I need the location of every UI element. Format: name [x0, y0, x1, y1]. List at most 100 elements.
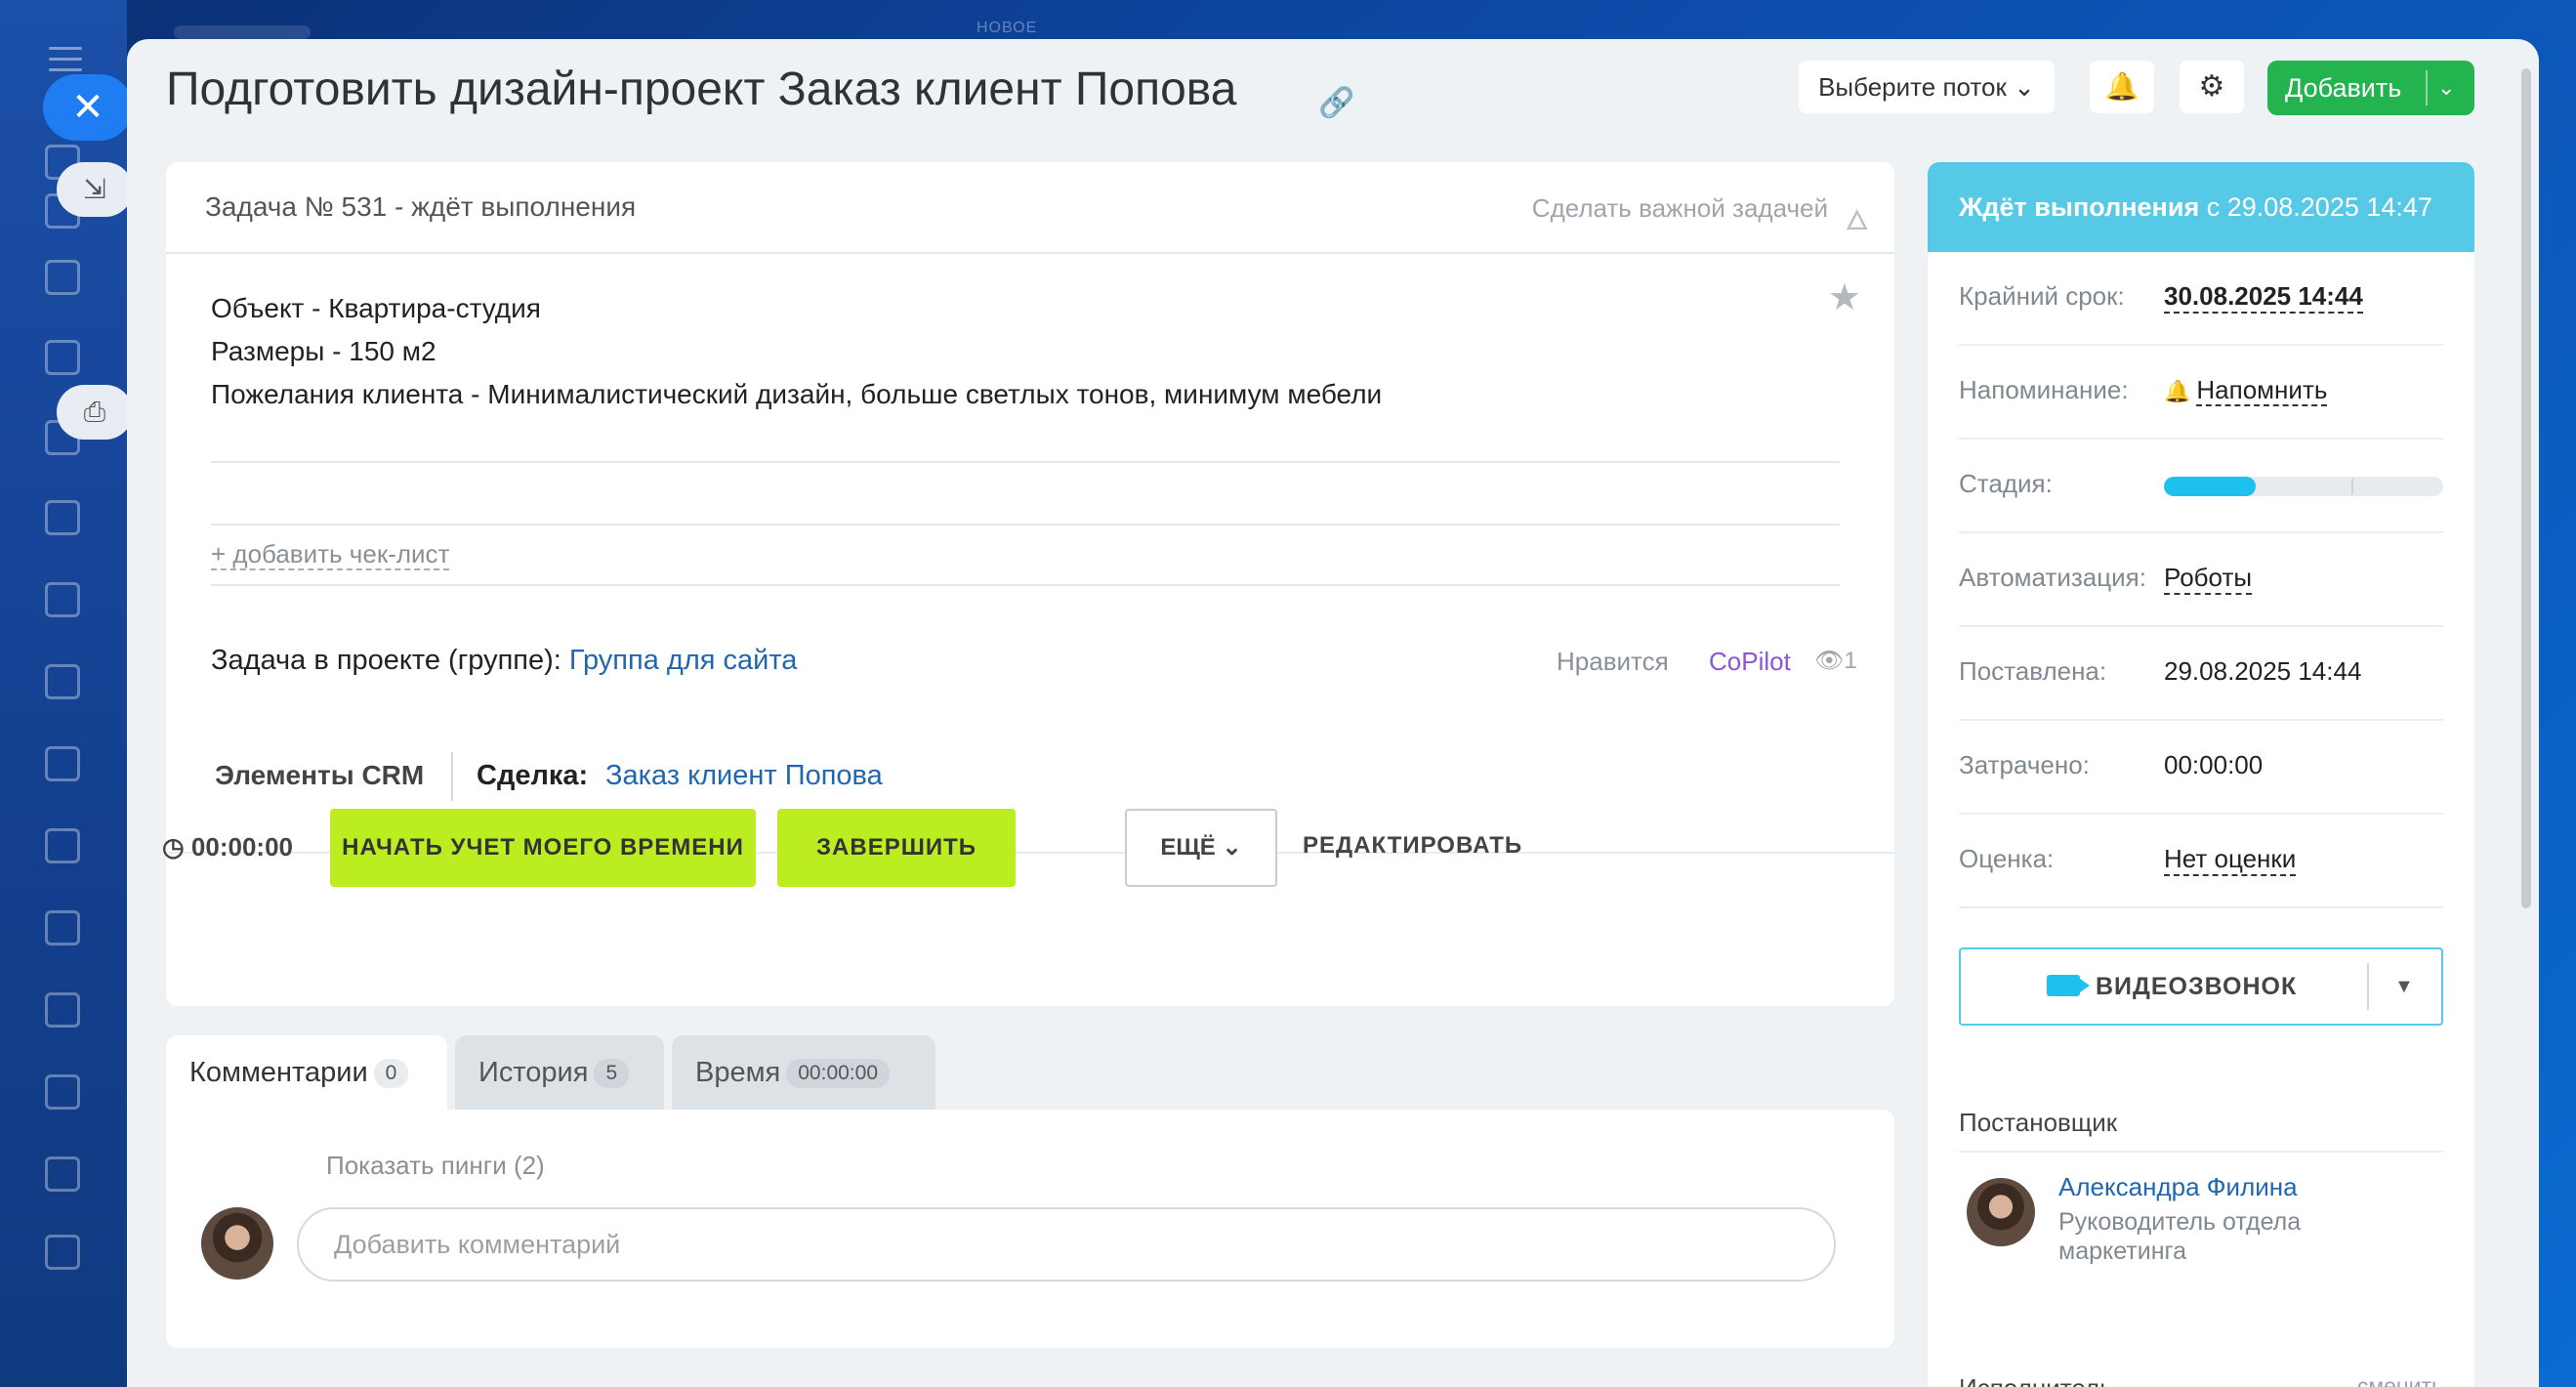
show-pings-link[interactable]: Показать пинги (2) — [326, 1151, 545, 1181]
caret-down-icon[interactable]: ▼ — [2394, 949, 2414, 1024]
settings-icon[interactable] — [45, 1235, 80, 1270]
tab-history[interactable]: История 5 — [455, 1035, 664, 1110]
edit-button[interactable]: РЕДАКТИРОВАТЬ — [1303, 832, 1522, 860]
chevron-down-icon: ⌄ — [2014, 72, 2035, 102]
settings-button[interactable]: ⚙ — [2180, 61, 2244, 113]
timer-value: 00:00:00 — [190, 832, 293, 862]
deadline-value[interactable]: 30.08.2025 14:44 — [2164, 281, 2363, 314]
finish-button[interactable]: ЗАВЕРШИТЬ — [777, 809, 1016, 887]
video-call-divider — [2367, 963, 2369, 1010]
task-card-header: Задача № 531 - ждёт выполнения Сделать в… — [166, 162, 1894, 254]
spent-label: Затрачено: — [1959, 750, 2090, 779]
sign-icon[interactable] — [45, 992, 80, 1028]
more-button[interactable]: ЕЩЁ ⌄ — [1125, 809, 1277, 887]
deal-label: Сделка: — [477, 760, 589, 791]
deadline-label: Крайний срок: — [1959, 281, 2125, 311]
crm-elements-label: Элементы CRM — [215, 760, 425, 790]
tab-label: Время — [695, 1057, 781, 1088]
reminder-label: Напоминание: — [1959, 375, 2129, 404]
notifications-button[interactable]: 🔔 — [2090, 61, 2154, 113]
created-value: 29.08.2025 14:44 — [2164, 656, 2362, 686]
divider — [211, 461, 1840, 463]
top-label: НОВОЕ — [976, 20, 1038, 36]
video-call-button[interactable]: ВИДЕОЗВОНОК ▼ — [1959, 947, 2443, 1026]
reminder-link[interactable]: 🔔 Напомнить — [2164, 375, 2328, 406]
creator-title: Постановщик — [1959, 1108, 2118, 1137]
flame-icon[interactable]: 🜂 — [1846, 189, 1869, 245]
add-button-label: Добавить — [2285, 73, 2402, 103]
print-button[interactable]: ⎙ — [57, 385, 133, 440]
divider — [211, 584, 1840, 586]
add-button-divider — [2426, 70, 2428, 105]
change-executor-link[interactable]: сменить — [2357, 1373, 2443, 1387]
tab-count: 0 — [373, 1059, 409, 1089]
camera-icon — [2047, 975, 2090, 996]
flow-icon[interactable] — [45, 340, 80, 375]
contacts-icon[interactable] — [45, 910, 80, 946]
comment-input[interactable]: Добавить комментарий — [297, 1207, 1836, 1282]
star-icon[interactable]: ★ — [1828, 275, 1861, 319]
stage-progress-fill — [2164, 477, 2257, 496]
more-button-label: ЕЩЁ — [1160, 834, 1216, 861]
stage-progress-bar[interactable] — [2164, 477, 2443, 496]
filter-icon[interactable] — [45, 1074, 80, 1110]
flow-select[interactable]: Выберите поток ⌄ — [1799, 61, 2055, 113]
scrollbar[interactable] — [2521, 68, 2531, 908]
bell-icon: 🔔 — [2104, 71, 2140, 102]
like-button[interactable]: Нравится — [1557, 647, 1669, 677]
close-button[interactable]: ✕ — [43, 74, 133, 141]
copilot-button[interactable]: CoPilot — [1709, 647, 1791, 677]
flow-select-label: Выберите поток — [1818, 72, 2007, 102]
status-since: с 29.08.2025 14:47 — [2199, 192, 2432, 222]
project-label: Задача в проекте (группе): — [211, 645, 561, 676]
tab-label: История — [478, 1057, 589, 1088]
rating-link[interactable]: Нет оценки — [2164, 844, 2297, 876]
chevron-down-icon[interactable]: ⌄ — [2437, 61, 2455, 115]
tab-label: Комментарии — [189, 1057, 368, 1088]
deal-link[interactable]: Заказ клиент Попова — [605, 760, 883, 792]
mail-icon[interactable] — [45, 828, 80, 863]
automation-row: Автоматизация: Роботы — [1959, 533, 2443, 627]
creator-role: Руководитель отдела маркетинга — [2058, 1208, 2302, 1265]
tab-comments[interactable]: Комментарии 0 — [166, 1035, 447, 1110]
avatar — [201, 1207, 273, 1280]
add-button[interactable]: Добавить ⌄ — [2267, 61, 2474, 115]
edit-icon[interactable] — [45, 1156, 80, 1192]
divider — [211, 524, 1840, 525]
bell-icon: 🔔 — [2164, 379, 2191, 403]
crm-separator — [451, 752, 453, 801]
executor-title: Исполнитель — [1959, 1373, 2113, 1387]
calendar-icon[interactable] — [45, 582, 80, 617]
stage-tick — [2351, 479, 2353, 494]
eye-icon: 👁 — [1814, 648, 1845, 674]
tab-time[interactable]: Время 00:00:00 — [672, 1035, 935, 1110]
divider — [1959, 1151, 2443, 1153]
add-checklist-link[interactable]: + добавить чек-лист — [211, 539, 450, 570]
views-count: 1 — [1844, 648, 1857, 674]
spent-row: Затрачено: 00:00:00 — [1959, 721, 2443, 815]
views-counter: 👁1 — [1814, 647, 1857, 675]
project-link[interactable]: Группа для сайта — [569, 645, 798, 676]
project-row: Задача в проекте (группе): Группа для са… — [211, 645, 797, 677]
creator-name-link[interactable]: Александра Филина — [2058, 1172, 2298, 1202]
collapse-button[interactable]: ⇲ — [57, 162, 133, 217]
task-description: Объект - Квартира-студия Размеры - 150 м… — [211, 287, 1382, 416]
page-title: Подготовить дизайн-проект Заказ клиент П… — [166, 63, 1237, 115]
description-line: Пожелания клиента - Минималистический ди… — [211, 379, 1383, 409]
video-call-label: ВИДЕОЗВОНОК — [2096, 973, 2298, 1000]
start-time-tracking-button[interactable]: НАЧАТЬ УЧЕТ МОЕГО ВРЕМЕНИ — [330, 809, 756, 887]
creator-avatar[interactable] — [1967, 1178, 2035, 1246]
tab-count: 5 — [594, 1059, 630, 1089]
reminder-row: Напоминание: 🔔 Напомнить — [1959, 346, 2443, 440]
file-icon[interactable] — [45, 664, 80, 699]
description-line: Размеры - 150 м2 — [211, 336, 436, 366]
chat-icon[interactable] — [45, 500, 80, 535]
copy-link-icon[interactable]: 🔗 — [1318, 86, 1354, 120]
storage-icon[interactable] — [45, 746, 80, 781]
rating-label: Оценка: — [1959, 844, 2055, 873]
task-slider-panel: Подготовить дизайн-проект Заказ клиент П… — [127, 39, 2539, 1387]
make-important-link[interactable]: Сделать важной задачей — [1532, 193, 1828, 224]
automation-link[interactable]: Роботы — [2164, 563, 2253, 595]
clock-icon: ◷ — [162, 832, 191, 862]
checkbox-icon[interactable] — [45, 260, 80, 295]
